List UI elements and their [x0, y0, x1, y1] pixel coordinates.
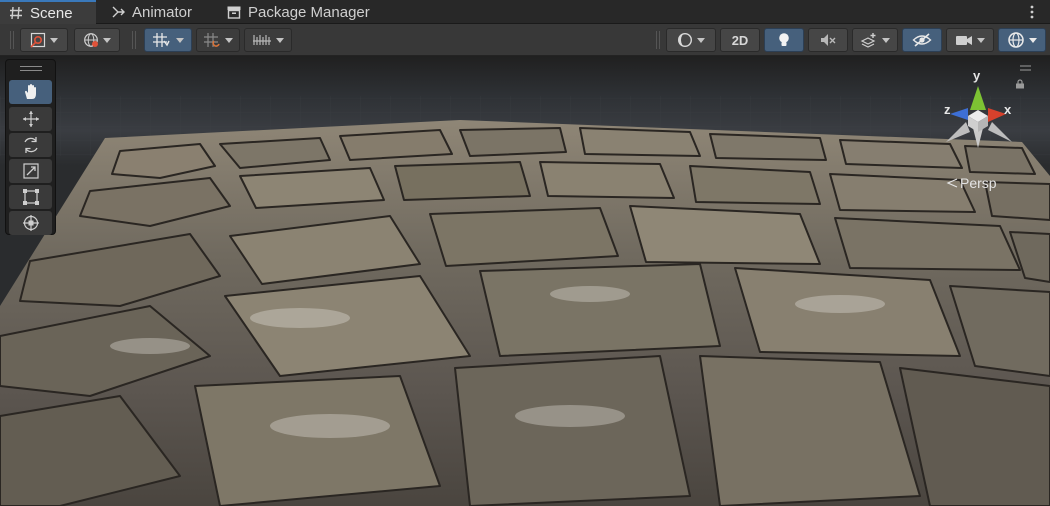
overlay-drag-handle[interactable] — [20, 66, 42, 71]
scene-viewport[interactable] — [0, 56, 1050, 506]
y-axis-label: y — [973, 68, 981, 83]
effects-button[interactable] — [852, 28, 898, 52]
increment-snap-button[interactable] — [196, 28, 240, 52]
camera-settings-button[interactable] — [946, 28, 994, 52]
rotate-tool-icon — [23, 137, 38, 153]
transform-tool-icon — [22, 215, 39, 231]
chevron-down-icon — [882, 37, 890, 43]
tab-scene-label: Scene — [30, 4, 73, 22]
cobblestones — [0, 127, 1050, 506]
move-tool-button[interactable] — [9, 107, 52, 131]
render-mode-button[interactable] — [244, 28, 292, 52]
chevron-down-icon — [103, 37, 111, 43]
tools-overlay — [5, 59, 56, 235]
scene-visibility-button[interactable] — [902, 28, 942, 52]
camera-icon — [956, 36, 972, 45]
scene-visibility-icon — [912, 33, 932, 47]
tab-animator[interactable]: Animator — [102, 0, 200, 24]
chevron-down-icon — [977, 37, 985, 43]
rotate-tool-button[interactable] — [9, 133, 52, 157]
rect-tool-icon — [22, 189, 39, 205]
grid-snapping-button[interactable] — [144, 28, 192, 52]
gizmo-draw-mode-button[interactable] — [20, 28, 68, 52]
toolbar-grip — [132, 31, 136, 49]
global-local-button[interactable] — [74, 28, 120, 52]
effects-icon — [860, 33, 876, 48]
scale-tool-icon — [22, 163, 39, 179]
projection-toggle[interactable]: Persp — [946, 175, 997, 191]
x-axis-label: x — [1004, 102, 1012, 117]
animator-icon — [112, 6, 125, 18]
scene-view-window: { "tabs": [ {"label": "Scene", "icon": "… — [0, 0, 1050, 506]
global-local-icon — [84, 33, 98, 47]
gizmos-icon — [1008, 32, 1024, 48]
scene-render — [0, 96, 1050, 506]
tab-animator-label: Animator — [132, 3, 193, 21]
gizmos-button[interactable] — [998, 28, 1046, 52]
editor-tab-bar: Scene Animator Package Manager — [0, 0, 1050, 24]
increment-snap-icon — [204, 33, 220, 47]
orientation-gizmo[interactable]: y x z — [928, 62, 1038, 162]
chevron-down-icon — [276, 37, 284, 43]
chevron-down-icon — [50, 37, 58, 43]
tab-scene[interactable]: Scene — [0, 0, 96, 24]
projection-label: Persp — [960, 175, 997, 191]
hand-tool-icon — [24, 84, 36, 99]
tab-package-manager-label: Package Manager — [248, 3, 370, 21]
grid-snapping-icon — [153, 33, 170, 47]
lighting-toggle-button[interactable] — [764, 28, 804, 52]
scale-tool-button[interactable] — [9, 159, 52, 183]
grid-hash-icon — [10, 6, 22, 20]
audio-mute-icon — [821, 34, 836, 46]
move-tool-icon — [22, 111, 39, 127]
toggle-2d-button[interactable]: 2D — [720, 28, 760, 52]
lock-icon[interactable] — [1015, 79, 1025, 89]
chevron-down-icon — [176, 37, 184, 43]
z-axis-label: z — [944, 102, 951, 117]
rect-tool-button[interactable] — [9, 185, 52, 209]
toolbar-grip — [656, 31, 660, 49]
package-icon — [227, 6, 241, 19]
chevron-down-icon — [1029, 37, 1037, 43]
chevron-down-icon — [225, 37, 233, 43]
toggle-2d-label: 2D — [731, 32, 749, 48]
shading-mode-button[interactable] — [666, 28, 716, 52]
tab-package-manager[interactable]: Package Manager — [218, 0, 378, 24]
shading-mode-icon — [677, 32, 693, 48]
chevron-down-icon — [697, 37, 705, 43]
hand-tool-button[interactable] — [9, 80, 52, 104]
audio-toggle-button[interactable] — [808, 28, 848, 52]
toolbar-grip — [10, 31, 14, 49]
render-mode-icon — [253, 35, 271, 45]
more-options-icon[interactable] — [1024, 3, 1040, 21]
gizmo-draw-mode-icon — [30, 32, 46, 48]
chevron-left-icon — [946, 178, 958, 188]
transform-tool-button[interactable] — [9, 211, 52, 235]
lighting-icon — [779, 33, 789, 46]
scene-toolbar: 2D — [0, 24, 1050, 56]
